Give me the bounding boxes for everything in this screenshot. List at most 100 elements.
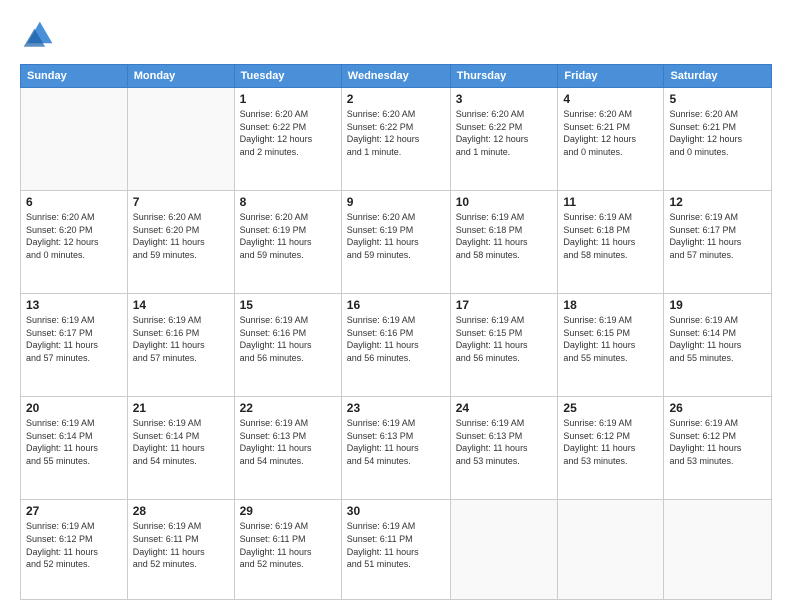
day-info: Sunrise: 6:19 AM Sunset: 6:14 PM Dayligh… [133, 417, 229, 467]
day-info: Sunrise: 6:19 AM Sunset: 6:13 PM Dayligh… [347, 417, 445, 467]
day-number: 30 [347, 504, 445, 518]
calendar-cell-w3d6: 18 Sunrise: 6:19 AM Sunset: 6:15 PM Dayli… [558, 294, 664, 397]
day-number: 13 [26, 298, 122, 312]
day-number: 1 [240, 92, 336, 106]
day-info: Sunrise: 6:19 AM Sunset: 6:12 PM Dayligh… [26, 520, 122, 570]
day-info: Sunrise: 6:20 AM Sunset: 6:21 PM Dayligh… [563, 108, 658, 158]
calendar-cell-w3d1: 13 Sunrise: 6:19 AM Sunset: 6:17 PM Dayli… [21, 294, 128, 397]
day-number: 10 [456, 195, 553, 209]
column-header-wednesday: Wednesday [341, 65, 450, 88]
calendar-cell-w1d1 [21, 88, 128, 191]
day-number: 11 [563, 195, 658, 209]
day-info: Sunrise: 6:19 AM Sunset: 6:15 PM Dayligh… [456, 314, 553, 364]
column-header-friday: Friday [558, 65, 664, 88]
calendar-cell-w1d6: 4 Sunrise: 6:20 AM Sunset: 6:21 PM Daylig… [558, 88, 664, 191]
calendar-cell-w3d5: 17 Sunrise: 6:19 AM Sunset: 6:15 PM Dayli… [450, 294, 558, 397]
calendar-header-row: SundayMondayTuesdayWednesdayThursdayFrid… [21, 65, 772, 88]
day-number: 27 [26, 504, 122, 518]
calendar-cell-w4d7: 26 Sunrise: 6:19 AM Sunset: 6:12 PM Dayli… [664, 397, 772, 500]
day-info: Sunrise: 6:19 AM Sunset: 6:11 PM Dayligh… [347, 520, 445, 570]
calendar-cell-w5d1: 27 Sunrise: 6:19 AM Sunset: 6:12 PM Dayli… [21, 500, 128, 600]
day-number: 7 [133, 195, 229, 209]
calendar-cell-w1d7: 5Sunrise: 6:20 AM Sunset: 6:21 PM Daylig… [664, 88, 772, 191]
calendar-cell-w5d4: 30 Sunrise: 6:19 AM Sunset: 6:11 PM Dayli… [341, 500, 450, 600]
column-header-sunday: Sunday [21, 65, 128, 88]
calendar-cell-w4d3: 22 Sunrise: 6:19 AM Sunset: 6:13 PM Dayli… [234, 397, 341, 500]
calendar-cell-w1d3: 1Sunrise: 6:20 AM Sunset: 6:22 PM Daylig… [234, 88, 341, 191]
calendar-cell-w5d5 [450, 500, 558, 600]
calendar-cell-w4d4: 23Sunrise: 6:19 AM Sunset: 6:13 PM Dayli… [341, 397, 450, 500]
day-number: 8 [240, 195, 336, 209]
day-info: Sunrise: 6:19 AM Sunset: 6:14 PM Dayligh… [669, 314, 766, 364]
calendar-cell-w5d7 [664, 500, 772, 600]
day-info: Sunrise: 6:19 AM Sunset: 6:13 PM Dayligh… [240, 417, 336, 467]
day-info: Sunrise: 6:20 AM Sunset: 6:22 PM Dayligh… [347, 108, 445, 158]
calendar-cell-w2d6: 11 Sunrise: 6:19 AM Sunset: 6:18 PM Dayli… [558, 191, 664, 294]
header [20, 18, 772, 54]
calendar-cell-w2d3: 8 Sunrise: 6:20 AM Sunset: 6:19 PM Daylig… [234, 191, 341, 294]
calendar-cell-w3d4: 16Sunrise: 6:19 AM Sunset: 6:16 PM Dayli… [341, 294, 450, 397]
logo-icon [20, 18, 56, 54]
day-number: 20 [26, 401, 122, 415]
calendar-cell-w3d2: 14 Sunrise: 6:19 AM Sunset: 6:16 PM Dayli… [127, 294, 234, 397]
day-info: Sunrise: 6:19 AM Sunset: 6:11 PM Dayligh… [133, 520, 229, 570]
day-info: Sunrise: 6:19 AM Sunset: 6:18 PM Dayligh… [563, 211, 658, 261]
day-info: Sunrise: 6:19 AM Sunset: 6:17 PM Dayligh… [669, 211, 766, 261]
day-info: Sunrise: 6:19 AM Sunset: 6:15 PM Dayligh… [563, 314, 658, 364]
calendar-cell-w2d7: 12 Sunrise: 6:19 AM Sunset: 6:17 PM Dayli… [664, 191, 772, 294]
day-number: 6 [26, 195, 122, 209]
day-info: Sunrise: 6:20 AM Sunset: 6:20 PM Dayligh… [133, 211, 229, 261]
calendar-cell-w4d2: 21 Sunrise: 6:19 AM Sunset: 6:14 PM Dayli… [127, 397, 234, 500]
day-info: Sunrise: 6:20 AM Sunset: 6:19 PM Dayligh… [347, 211, 445, 261]
calendar-cell-w3d7: 19 Sunrise: 6:19 AM Sunset: 6:14 PM Dayli… [664, 294, 772, 397]
day-info: Sunrise: 6:19 AM Sunset: 6:11 PM Dayligh… [240, 520, 336, 570]
calendar-cell-w4d1: 20 Sunrise: 6:19 AM Sunset: 6:14 PM Dayli… [21, 397, 128, 500]
day-number: 25 [563, 401, 658, 415]
calendar-cell-w1d5: 3 Sunrise: 6:20 AM Sunset: 6:22 PM Daylig… [450, 88, 558, 191]
calendar-cell-w4d6: 25 Sunrise: 6:19 AM Sunset: 6:12 PM Dayli… [558, 397, 664, 500]
calendar-table: SundayMondayTuesdayWednesdayThursdayFrid… [20, 64, 772, 600]
day-info: Sunrise: 6:19 AM Sunset: 6:13 PM Dayligh… [456, 417, 553, 467]
column-header-monday: Monday [127, 65, 234, 88]
day-number: 26 [669, 401, 766, 415]
day-info: Sunrise: 6:20 AM Sunset: 6:20 PM Dayligh… [26, 211, 122, 261]
calendar-cell-w4d5: 24 Sunrise: 6:19 AM Sunset: 6:13 PM Dayli… [450, 397, 558, 500]
day-number: 2 [347, 92, 445, 106]
day-number: 18 [563, 298, 658, 312]
week-row-4: 20 Sunrise: 6:19 AM Sunset: 6:14 PM Dayli… [21, 397, 772, 500]
column-header-tuesday: Tuesday [234, 65, 341, 88]
calendar-cell-w2d1: 6 Sunrise: 6:20 AM Sunset: 6:20 PM Daylig… [21, 191, 128, 294]
day-number: 28 [133, 504, 229, 518]
day-info: Sunrise: 6:19 AM Sunset: 6:16 PM Dayligh… [133, 314, 229, 364]
day-number: 14 [133, 298, 229, 312]
day-info: Sunrise: 6:19 AM Sunset: 6:17 PM Dayligh… [26, 314, 122, 364]
logo [20, 18, 60, 54]
week-row-5: 27 Sunrise: 6:19 AM Sunset: 6:12 PM Dayli… [21, 500, 772, 600]
calendar-cell-w5d3: 29Sunrise: 6:19 AM Sunset: 6:11 PM Dayli… [234, 500, 341, 600]
day-number: 19 [669, 298, 766, 312]
day-number: 5 [669, 92, 766, 106]
day-number: 4 [563, 92, 658, 106]
day-number: 17 [456, 298, 553, 312]
day-info: Sunrise: 6:20 AM Sunset: 6:22 PM Dayligh… [456, 108, 553, 158]
day-info: Sunrise: 6:19 AM Sunset: 6:16 PM Dayligh… [347, 314, 445, 364]
page: SundayMondayTuesdayWednesdayThursdayFrid… [0, 0, 792, 612]
calendar-cell-w2d5: 10 Sunrise: 6:19 AM Sunset: 6:18 PM Dayli… [450, 191, 558, 294]
day-number: 21 [133, 401, 229, 415]
week-row-3: 13 Sunrise: 6:19 AM Sunset: 6:17 PM Dayli… [21, 294, 772, 397]
day-info: Sunrise: 6:19 AM Sunset: 6:14 PM Dayligh… [26, 417, 122, 467]
day-number: 12 [669, 195, 766, 209]
day-number: 22 [240, 401, 336, 415]
calendar-cell-w2d2: 7 Sunrise: 6:20 AM Sunset: 6:20 PM Daylig… [127, 191, 234, 294]
week-row-2: 6 Sunrise: 6:20 AM Sunset: 6:20 PM Daylig… [21, 191, 772, 294]
day-info: Sunrise: 6:19 AM Sunset: 6:18 PM Dayligh… [456, 211, 553, 261]
day-number: 3 [456, 92, 553, 106]
day-info: Sunrise: 6:20 AM Sunset: 6:19 PM Dayligh… [240, 211, 336, 261]
calendar-cell-w1d2 [127, 88, 234, 191]
day-info: Sunrise: 6:19 AM Sunset: 6:12 PM Dayligh… [563, 417, 658, 467]
calendar-cell-w3d3: 15Sunrise: 6:19 AM Sunset: 6:16 PM Dayli… [234, 294, 341, 397]
day-number: 15 [240, 298, 336, 312]
day-number: 24 [456, 401, 553, 415]
calendar-cell-w5d2: 28 Sunrise: 6:19 AM Sunset: 6:11 PM Dayli… [127, 500, 234, 600]
day-info: Sunrise: 6:19 AM Sunset: 6:12 PM Dayligh… [669, 417, 766, 467]
